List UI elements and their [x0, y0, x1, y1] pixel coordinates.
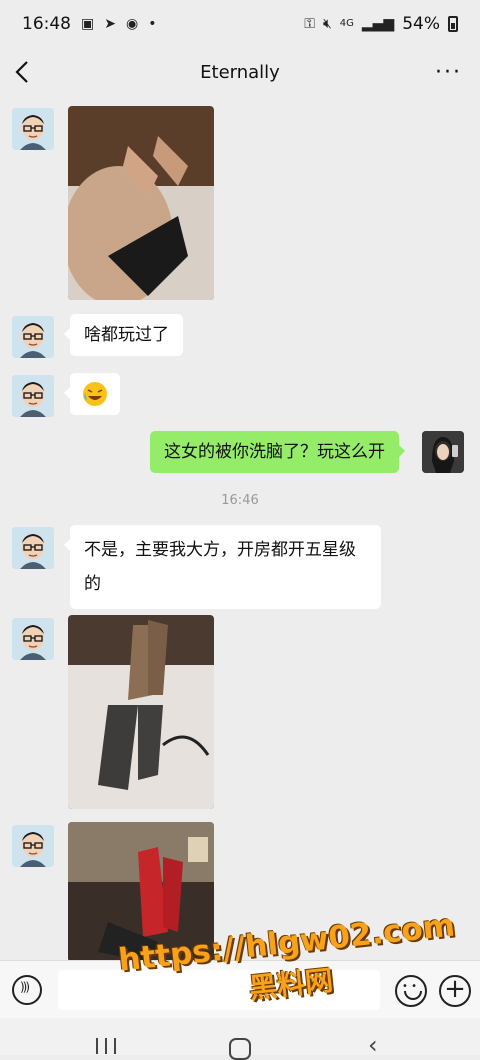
- profile-photo-icon: [422, 431, 464, 473]
- key-icon: ⚿: [304, 16, 315, 32]
- cartoon-avatar-icon: [12, 108, 54, 150]
- status-right: ⚿ 🔇︎ 4G ▂▄▆ 54%: [304, 14, 458, 34]
- recents-icon: [96, 1038, 98, 1054]
- message-bubble[interactable]: 这女的被你洗脑了？玩这么开: [150, 431, 405, 473]
- avatar[interactable]: [12, 316, 54, 358]
- message-bubble[interactable]: 啥都玩过了: [64, 314, 183, 356]
- chat-image[interactable]: [68, 822, 214, 960]
- laugh-cry-emoji-icon: [83, 382, 107, 406]
- photo-thumbnail: [68, 822, 214, 960]
- recents-icon-bar: [105, 1038, 107, 1054]
- cartoon-avatar-icon: [12, 375, 54, 417]
- chat-header: Eternally ···: [0, 48, 480, 100]
- my-avatar[interactable]: [422, 431, 464, 473]
- timestamp: 16:46: [221, 493, 259, 508]
- status-time: 16:48: [22, 14, 71, 34]
- battery-icon: [448, 16, 458, 32]
- message-bubble[interactable]: 不是，主要我大方，开房都开五星级的: [64, 525, 381, 609]
- mute-icon: 🔇︎: [322, 16, 332, 32]
- chat-image[interactable]: [68, 106, 214, 300]
- telegram-icon: ➤: [104, 16, 116, 32]
- input-bar: +: [0, 960, 480, 1018]
- dot-icon: •: [148, 16, 157, 32]
- plus-button[interactable]: +: [439, 975, 471, 1007]
- status-left: 16:48 ▣ ➤ ◉ •: [22, 14, 156, 34]
- recents-icon-bar: [114, 1038, 116, 1054]
- cartoon-avatar-icon: [12, 527, 54, 569]
- chat-title: Eternally: [200, 62, 280, 83]
- home-button[interactable]: [229, 1038, 251, 1060]
- emoji-button[interactable]: [395, 975, 427, 1007]
- signal-icon: ▂▄▆: [361, 16, 395, 32]
- plus-icon: +: [444, 974, 466, 1004]
- emoji-bubble[interactable]: [64, 373, 120, 415]
- recents-button[interactable]: [96, 1038, 116, 1054]
- system-nav-bar: ‹: [0, 1018, 480, 1060]
- avatar[interactable]: [12, 527, 54, 569]
- photo-thumbnail: [68, 615, 214, 809]
- cartoon-avatar-icon: [12, 825, 54, 867]
- avatar[interactable]: [12, 825, 54, 867]
- more-button[interactable]: ···: [435, 60, 462, 85]
- avatar[interactable]: [12, 618, 54, 660]
- cartoon-avatar-icon: [12, 618, 54, 660]
- voice-button[interactable]: [12, 975, 42, 1005]
- network-label: 4G: [339, 18, 354, 29]
- gallery-icon: ▣: [81, 16, 95, 32]
- more-dots-icon: ···: [435, 60, 462, 85]
- status-bar: 16:48 ▣ ➤ ◉ • ⚿ 🔇︎ 4G ▂▄▆ 54%: [0, 0, 480, 48]
- weibo-icon: ◉: [125, 16, 139, 32]
- avatar[interactable]: [12, 108, 54, 150]
- message-input[interactable]: [58, 970, 380, 1010]
- cartoon-avatar-icon: [12, 316, 54, 358]
- battery-percent: 54%: [402, 14, 440, 34]
- photo-thumbnail: [68, 106, 214, 300]
- chat-messages[interactable]: 啥都玩过了 这女的被你洗脑了？玩这么开 16:46 不是，主要我大方，开房都开五…: [0, 100, 480, 960]
- chat-image[interactable]: [68, 615, 214, 809]
- avatar[interactable]: [12, 375, 54, 417]
